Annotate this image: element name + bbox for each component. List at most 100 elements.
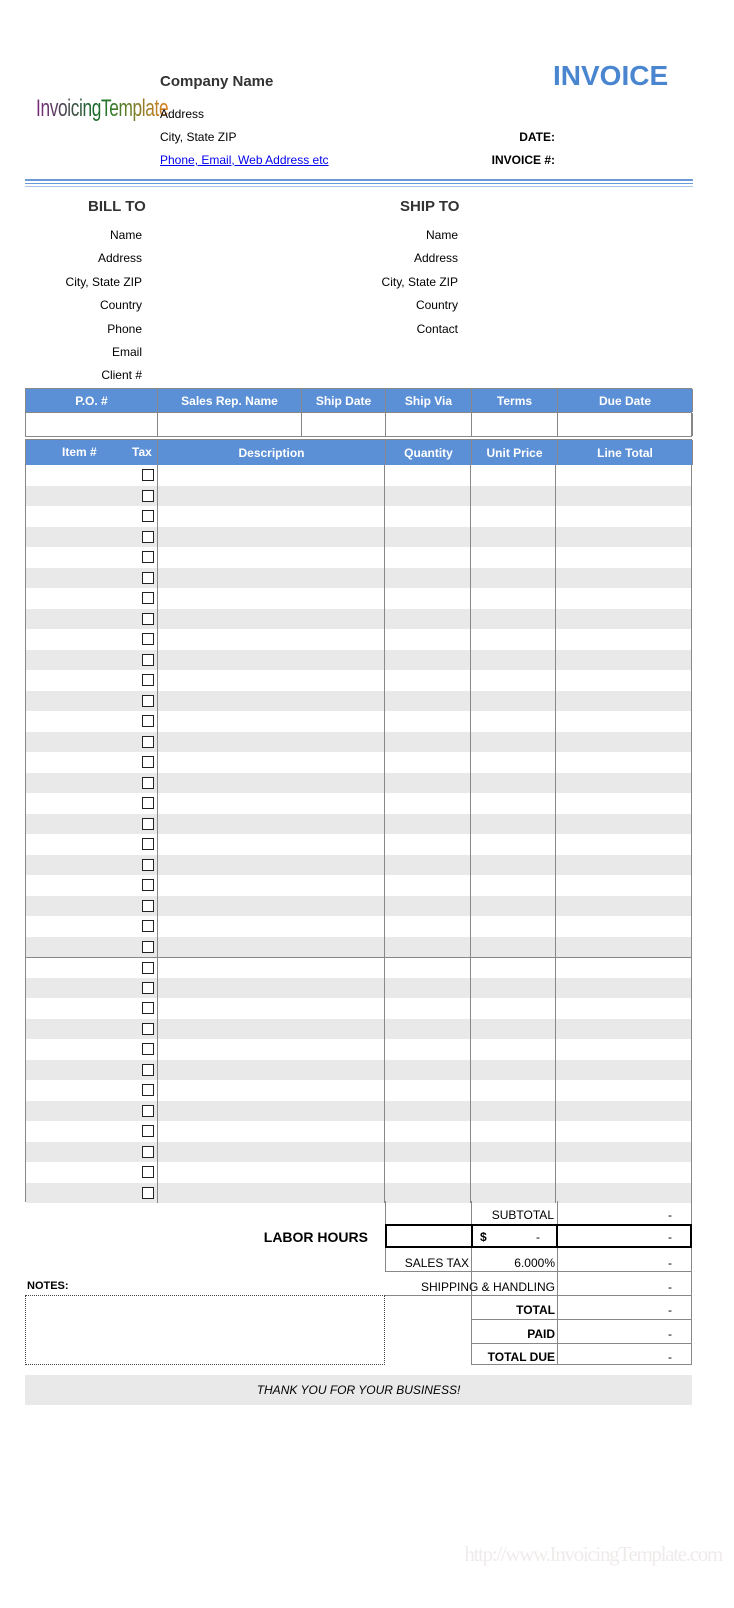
tax-checkbox[interactable] xyxy=(142,817,154,830)
unit-price-cell[interactable] xyxy=(471,547,557,568)
description-cell[interactable] xyxy=(158,793,385,814)
tax-checkbox[interactable] xyxy=(142,551,154,563)
unit-price-cell[interactable] xyxy=(471,1121,557,1142)
unit-price-cell[interactable] xyxy=(471,916,557,937)
item-cell[interactable] xyxy=(26,875,158,896)
tax-checkbox[interactable] xyxy=(142,899,154,912)
item-cell[interactable] xyxy=(26,547,158,568)
description-cell[interactable] xyxy=(158,813,385,834)
item-cell[interactable] xyxy=(26,506,158,527)
item-cell[interactable] xyxy=(26,1141,158,1162)
unit-price-cell[interactable] xyxy=(471,875,557,896)
tax-checkbox[interactable] xyxy=(142,715,154,727)
item-cell[interactable] xyxy=(26,629,158,650)
description-cell[interactable] xyxy=(158,998,385,1019)
unit-price-cell[interactable] xyxy=(471,526,557,547)
description-cell[interactable] xyxy=(158,670,385,691)
tax-checkbox[interactable] xyxy=(142,981,154,994)
item-cell[interactable] xyxy=(26,958,158,978)
description-cell[interactable] xyxy=(158,465,385,486)
tax-checkbox[interactable] xyxy=(142,1186,154,1199)
quantity-cell[interactable] xyxy=(385,916,471,937)
line-total-cell[interactable] xyxy=(556,1142,691,1163)
description-cell[interactable] xyxy=(158,834,385,855)
line-total-cell[interactable] xyxy=(556,978,691,999)
item-cell[interactable] xyxy=(26,526,158,547)
unit-price-cell[interactable] xyxy=(471,895,557,916)
quantity-cell[interactable] xyxy=(385,793,471,814)
line-total-cell[interactable] xyxy=(556,793,691,814)
item-cell[interactable] xyxy=(26,936,158,957)
unit-price-cell[interactable] xyxy=(471,834,557,855)
line-total-cell[interactable] xyxy=(556,465,691,486)
item-cell[interactable] xyxy=(26,567,158,588)
quantity-cell[interactable] xyxy=(385,465,471,486)
quantity-cell[interactable] xyxy=(385,731,471,752)
tax-checkbox[interactable] xyxy=(142,1166,154,1178)
unit-price-cell[interactable] xyxy=(471,813,557,834)
shipping-value[interactable]: - xyxy=(560,1280,672,1294)
line-total-cell[interactable] xyxy=(556,1019,691,1040)
line-total-cell[interactable] xyxy=(556,1080,691,1101)
item-cell[interactable] xyxy=(26,998,158,1019)
item-cell[interactable] xyxy=(26,854,158,875)
tax-checkbox[interactable] xyxy=(142,735,154,748)
tax-checkbox[interactable] xyxy=(142,1002,154,1014)
item-cell[interactable] xyxy=(26,711,158,732)
description-cell[interactable] xyxy=(158,690,385,711)
description-cell[interactable] xyxy=(158,1121,385,1142)
quantity-cell[interactable] xyxy=(385,772,471,793)
tax-checkbox[interactable] xyxy=(142,1022,154,1035)
line-total-cell[interactable] xyxy=(556,896,691,917)
unit-price-cell[interactable] xyxy=(471,567,557,588)
paid-value[interactable]: - xyxy=(560,1327,672,1341)
quantity-cell[interactable] xyxy=(385,1018,471,1039)
description-cell[interactable] xyxy=(158,547,385,568)
unit-price-cell[interactable] xyxy=(471,998,557,1019)
quantity-cell[interactable] xyxy=(385,608,471,629)
item-cell[interactable] xyxy=(26,670,158,691)
description-cell[interactable] xyxy=(158,1080,385,1101)
quantity-cell[interactable] xyxy=(385,1141,471,1162)
line-total-cell[interactable] xyxy=(556,998,691,1019)
unit-price-cell[interactable] xyxy=(471,485,557,506)
tax-checkbox[interactable] xyxy=(142,489,154,502)
sales-tax-rate[interactable]: 6.000% xyxy=(472,1256,555,1270)
item-cell[interactable] xyxy=(26,1162,158,1183)
description-cell[interactable] xyxy=(158,731,385,752)
description-cell[interactable] xyxy=(158,1039,385,1060)
item-cell[interactable] xyxy=(26,608,158,629)
quantity-cell[interactable] xyxy=(385,1080,471,1101)
description-cell[interactable] xyxy=(158,1059,385,1080)
quantity-cell[interactable] xyxy=(385,854,471,875)
tax-checkbox[interactable] xyxy=(142,510,154,522)
description-cell[interactable] xyxy=(158,1162,385,1183)
order-cell[interactable] xyxy=(26,413,158,436)
tax-checkbox[interactable] xyxy=(142,838,154,850)
description-cell[interactable] xyxy=(158,772,385,793)
line-total-cell[interactable] xyxy=(556,814,691,835)
line-total-cell[interactable] xyxy=(556,629,691,650)
tax-checkbox[interactable] xyxy=(142,756,154,768)
tax-checkbox[interactable] xyxy=(142,940,154,953)
item-cell[interactable] xyxy=(26,793,158,814)
tax-checkbox[interactable] xyxy=(142,776,154,789)
line-total-cell[interactable] xyxy=(556,1060,691,1081)
unit-price-cell[interactable] xyxy=(471,1141,557,1162)
unit-price-cell[interactable] xyxy=(471,711,557,732)
unit-price-cell[interactable] xyxy=(471,608,557,629)
description-cell[interactable] xyxy=(158,588,385,609)
line-total-cell[interactable] xyxy=(556,937,691,958)
item-cell[interactable] xyxy=(26,752,158,773)
quantity-cell[interactable] xyxy=(385,813,471,834)
description-cell[interactable] xyxy=(158,1141,385,1162)
tax-checkbox[interactable] xyxy=(142,1084,154,1096)
unit-price-cell[interactable] xyxy=(471,1162,557,1183)
tax-checkbox[interactable] xyxy=(142,1145,154,1158)
line-total-cell[interactable] xyxy=(556,875,691,896)
line-total-cell[interactable] xyxy=(556,1183,691,1204)
item-cell[interactable] xyxy=(26,1100,158,1121)
item-cell[interactable] xyxy=(26,588,158,609)
order-cell[interactable] xyxy=(302,413,386,436)
unit-price-cell[interactable] xyxy=(471,772,557,793)
